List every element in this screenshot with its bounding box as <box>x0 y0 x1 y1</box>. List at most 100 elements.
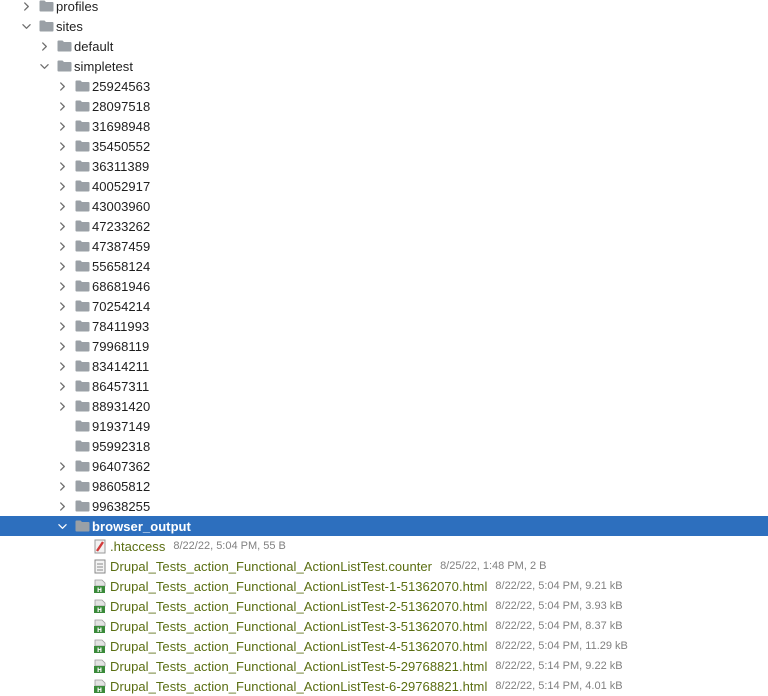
file-meta: 8/22/22, 5:04 PM, 11.29 kB <box>495 640 628 652</box>
folder-icon <box>74 236 90 256</box>
folder-icon <box>74 476 90 496</box>
folder-icon <box>56 36 72 56</box>
chevron-right-icon[interactable] <box>56 396 68 416</box>
chevron-right-icon[interactable] <box>56 256 68 276</box>
chevron-right-icon[interactable] <box>56 216 68 236</box>
folder-icon <box>74 416 90 436</box>
folder-item[interactable]: 35450552 <box>0 136 768 156</box>
folder-item[interactable]: 91937149 <box>0 416 768 436</box>
item-label: 43003960 <box>92 198 151 214</box>
file-meta: 8/22/22, 5:14 PM, 4.01 kB <box>495 680 623 692</box>
folder-item[interactable]: 36311389 <box>0 156 768 176</box>
folder-icon <box>74 456 90 476</box>
html-file-icon: H <box>92 656 108 676</box>
folder-icon <box>74 176 90 196</box>
chevron-right-icon[interactable] <box>56 356 68 376</box>
html-file-icon: H <box>92 676 108 696</box>
item-label: 98605812 <box>92 478 151 494</box>
chevron-right-icon[interactable] <box>56 96 68 116</box>
item-label: 68681946 <box>92 278 151 294</box>
file-item[interactable]: .htaccess 8/22/22, 5:04 PM, 55 B <box>0 536 768 556</box>
chevron-right-icon[interactable] <box>56 476 68 496</box>
folder-icon <box>74 516 90 536</box>
folder-item[interactable]: 86457311 <box>0 376 768 396</box>
item-label: Drupal_Tests_action_Functional_ActionLis… <box>110 558 433 574</box>
folder-item[interactable]: 95992318 <box>0 436 768 456</box>
item-label: 47387459 <box>92 238 151 254</box>
svg-text:H: H <box>96 667 101 674</box>
folder-item[interactable]: 83414211 <box>0 356 768 376</box>
folder-icon <box>74 116 90 136</box>
item-label: profiles <box>56 0 99 14</box>
item-label: 55658124 <box>92 258 151 274</box>
folder-item[interactable]: 28097518 <box>0 96 768 116</box>
item-label: sites <box>56 18 83 34</box>
chevron-placeholder <box>74 636 86 656</box>
folder-item[interactable]: 70254214 <box>0 296 768 316</box>
file-item[interactable]: H Drupal_Tests_action_Functional_ActionLi… <box>0 576 768 596</box>
chevron-right-icon[interactable] <box>56 76 68 96</box>
folder-item[interactable]: 88931420 <box>0 396 768 416</box>
chevron-right-icon[interactable] <box>56 116 68 136</box>
chevron-right-icon[interactable] <box>56 376 68 396</box>
folder-item[interactable]: default <box>0 36 768 56</box>
folder-item[interactable]: 98605812 <box>0 476 768 496</box>
file-item[interactable]: H Drupal_Tests_action_Functional_ActionLi… <box>0 676 768 696</box>
chevron-down-icon[interactable] <box>38 56 50 76</box>
html-file-icon: H <box>92 576 108 596</box>
folder-item[interactable]: 47387459 <box>0 236 768 256</box>
item-label: default <box>74 38 114 54</box>
folder-item[interactable]: 68681946 <box>0 276 768 296</box>
file-item[interactable]: Drupal_Tests_action_Functional_ActionLis… <box>0 556 768 576</box>
folder-icon <box>56 56 72 76</box>
folder-item[interactable]: 96407362 <box>0 456 768 476</box>
chevron-right-icon[interactable] <box>56 276 68 296</box>
chevron-right-icon[interactable] <box>56 136 68 156</box>
item-label: 83414211 <box>92 358 150 374</box>
folder-item[interactable]: sites <box>0 16 768 36</box>
folder-item[interactable]: 47233262 <box>0 216 768 236</box>
item-label: 78411993 <box>92 318 150 334</box>
folder-item[interactable]: 40052917 <box>0 176 768 196</box>
file-item[interactable]: H Drupal_Tests_action_Functional_ActionLi… <box>0 596 768 616</box>
chevron-right-icon[interactable] <box>56 336 68 356</box>
file-item[interactable]: H Drupal_Tests_action_Functional_ActionLi… <box>0 616 768 636</box>
file-meta: 8/22/22, 5:04 PM, 8.37 kB <box>495 620 623 632</box>
folder-icon <box>74 156 90 176</box>
folder-item[interactable]: browser_output <box>0 516 768 536</box>
item-label: 99638255 <box>92 498 151 514</box>
chevron-right-icon[interactable] <box>56 456 68 476</box>
file-item[interactable]: H Drupal_Tests_action_Functional_ActionLi… <box>0 636 768 656</box>
html-file-icon: H <box>92 596 108 616</box>
item-label: 88931420 <box>92 398 151 414</box>
folder-item[interactable]: 43003960 <box>0 196 768 216</box>
folder-icon <box>74 196 90 216</box>
folder-item[interactable]: 99638255 <box>0 496 768 516</box>
item-label: 86457311 <box>92 378 150 394</box>
file-item[interactable]: H Drupal_Tests_action_Functional_ActionLi… <box>0 656 768 676</box>
chevron-placeholder <box>74 596 86 616</box>
folder-item[interactable]: 78411993 <box>0 316 768 336</box>
chevron-down-icon[interactable] <box>56 516 68 536</box>
chevron-right-icon[interactable] <box>56 236 68 256</box>
item-label: 25924563 <box>92 78 151 94</box>
folder-icon <box>74 436 90 456</box>
folder-item[interactable]: 25924563 <box>0 76 768 96</box>
chevron-right-icon[interactable] <box>56 156 68 176</box>
folder-item[interactable]: profiles <box>0 0 768 16</box>
item-label: simpletest <box>74 58 134 74</box>
chevron-right-icon[interactable] <box>56 316 68 336</box>
chevron-right-icon[interactable] <box>56 176 68 196</box>
chevron-right-icon[interactable] <box>20 0 32 16</box>
item-label: 91937149 <box>92 418 151 434</box>
folder-item[interactable]: 55658124 <box>0 256 768 276</box>
chevron-right-icon[interactable] <box>56 196 68 216</box>
chevron-right-icon[interactable] <box>56 296 68 316</box>
chevron-right-icon[interactable] <box>38 36 50 56</box>
folder-item[interactable]: 31698948 <box>0 116 768 136</box>
folder-item[interactable]: simpletest <box>0 56 768 76</box>
folder-item[interactable]: 79968119 <box>0 336 768 356</box>
chevron-right-icon[interactable] <box>56 496 68 516</box>
chevron-down-icon[interactable] <box>20 16 32 36</box>
item-label: 36311389 <box>92 158 150 174</box>
